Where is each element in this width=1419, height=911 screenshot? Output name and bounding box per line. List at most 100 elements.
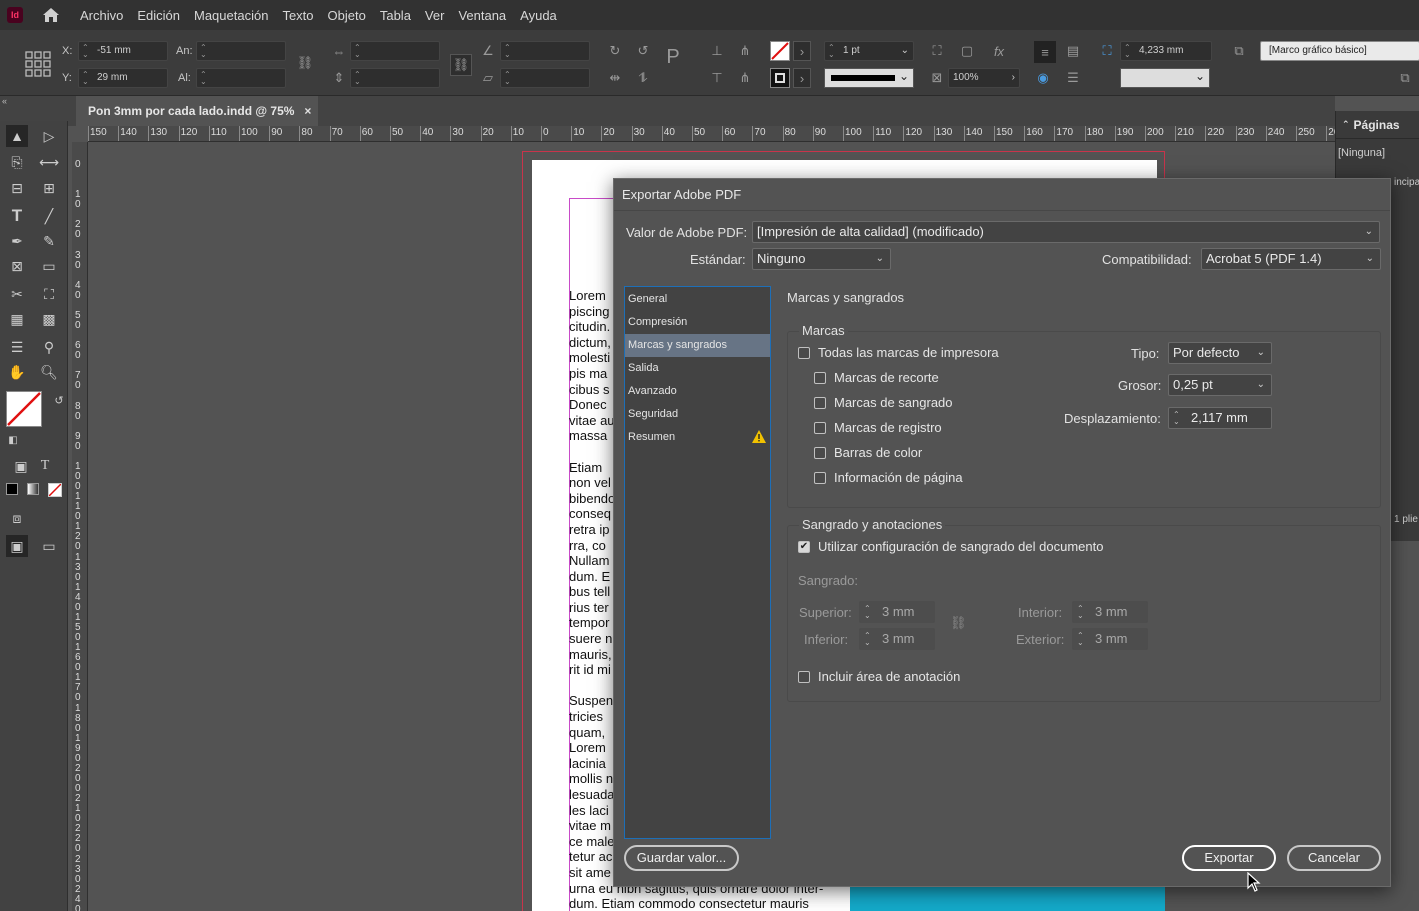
weight-select[interactable]: 0,25 pt ⌄ [1168, 374, 1272, 396]
top-field[interactable]: ⌃ ⌄ 3 mm [859, 601, 935, 623]
apply-color-icon[interactable] [6, 483, 18, 495]
section-item[interactable]: Avanzado [625, 380, 770, 403]
note-tool-icon[interactable]: ☰ [6, 336, 28, 358]
rotation-field[interactable]: ⌃ ⌄ [500, 41, 590, 61]
type-select[interactable]: Por defecto ⌄ [1168, 342, 1272, 364]
constrain-proportions-icon[interactable]: ⛓ [296, 54, 314, 72]
inside-field[interactable]: ⌃ ⌄ 3 mm [1072, 601, 1148, 623]
pencil-tool-icon[interactable]: ✎ [38, 230, 60, 252]
cyan-image-frame[interactable] [850, 884, 1165, 911]
content-collector-icon[interactable]: ⊟ [6, 177, 28, 199]
bottom-field[interactable]: ⌃ ⌄ 3 mm [859, 628, 935, 650]
rectangle-frame-tool-icon[interactable]: ⊠ [6, 255, 28, 277]
link-scale-icon[interactable]: ⛓ [450, 54, 472, 76]
wrap-none-icon[interactable]: ≡ [1034, 41, 1056, 63]
use-document-bleed-checkbox[interactable]: ✔ Utilizar configuración de sangrado del … [798, 539, 1103, 554]
apply-none-icon[interactable] [48, 483, 62, 497]
object-style-icon[interactable]: ⧉ [1230, 42, 1248, 60]
wrap-bounding-icon[interactable]: ▤ [1064, 42, 1082, 60]
type-tool-icon[interactable]: T [6, 205, 28, 227]
flip-horizontal-icon[interactable]: ⇹ [606, 69, 624, 87]
document-tab[interactable]: Pon 3mm por cada lado.indd @ 75% × [76, 96, 318, 126]
preset-select[interactable]: [Impresión de alta calidad] (modificado)… [752, 221, 1380, 243]
reference-point-icon[interactable] [24, 50, 52, 78]
registration-marks-checkbox[interactable]: Marcas de registro [814, 420, 942, 435]
panel-collapse-icon[interactable]: ⌃ [1342, 119, 1350, 130]
stroke-type-select[interactable]: ⌄ [824, 68, 914, 88]
scale-y-field[interactable]: ⌃ ⌄ [350, 68, 440, 88]
link-bleed-icon[interactable]: ⛓ [950, 615, 967, 635]
menu-ver[interactable]: Ver [418, 8, 452, 23]
scale-x-icon[interactable]: ⇔ [330, 42, 348, 60]
hand-tool-icon[interactable]: ✋ [6, 361, 28, 383]
opacity-field[interactable]: 100% › [948, 68, 1020, 88]
rotate-cw-icon[interactable]: ↻ [606, 42, 624, 60]
section-item[interactable]: General [625, 288, 770, 311]
master-none[interactable]: [Ninguna] [1338, 147, 1385, 159]
rotate-ccw-icon[interactable]: ↺ [634, 42, 652, 60]
object-style-select[interactable]: [Marco gráfico básico] [1260, 41, 1419, 61]
section-item[interactable]: Salida [625, 357, 770, 380]
page-tool-icon[interactable]: ⎘ [6, 151, 28, 173]
stroke-menu-chevron-icon[interactable]: › [793, 68, 811, 88]
shear-field[interactable]: ⌃ ⌄ [500, 68, 590, 88]
menu-edicion[interactable]: Edición [130, 8, 187, 23]
free-transform-tool-icon[interactable]: ⛶ [38, 283, 60, 305]
auto-fit-icon[interactable]: ⛶ [1098, 42, 1116, 60]
flip-vertical-icon[interactable]: ⥮ [634, 69, 652, 87]
all-printer-marks-checkbox[interactable]: Todas las marcas de impresora [798, 345, 999, 360]
export-button[interactable]: Exportar [1182, 845, 1276, 871]
include-slug-checkbox[interactable]: Incluir área de anotación [798, 669, 960, 684]
swap-colors-icon[interactable]: ↺ [48, 389, 70, 411]
eyedropper-tool-icon[interactable]: ⚲ [38, 336, 60, 358]
pages-panel-header[interactable]: ⌃ Páginas [1336, 111, 1419, 139]
bleed-marks-checkbox[interactable]: Marcas de sangrado [814, 395, 953, 410]
section-item[interactable]: Seguridad [625, 403, 770, 426]
menu-texto[interactable]: Texto [275, 8, 320, 23]
width-field[interactable]: ⌃ ⌄ [196, 41, 286, 61]
rectangle-tool-icon[interactable]: ▭ [38, 255, 60, 277]
shear-icon[interactable]: ▱ [479, 69, 497, 87]
effects-icon[interactable]: fx [990, 42, 1008, 60]
menu-objeto[interactable]: Objeto [321, 8, 373, 23]
fill-menu-chevron-icon[interactable]: › [793, 41, 811, 61]
menu-ayuda[interactable]: Ayuda [513, 8, 564, 23]
fit-frame-icon[interactable]: ⛶ [928, 42, 946, 60]
direct-selection-tool-icon[interactable]: ▷ [38, 125, 60, 147]
zoom-tool-icon[interactable]: 🔍︎ [38, 361, 60, 383]
scale-x-field[interactable]: ⌃ ⌄ [350, 41, 440, 61]
y-field[interactable]: ⌃ ⌄ 29 mm [78, 68, 168, 88]
section-item[interactable]: Marcas y sangrados [625, 334, 770, 357]
selection-tool-icon[interactable]: ▲ [6, 125, 28, 147]
gradient-swatch-tool-icon[interactable]: ▦ [6, 308, 28, 330]
content-placer-icon[interactable]: ⊞ [38, 177, 60, 199]
apply-gradient-icon[interactable] [27, 483, 39, 495]
cancel-button[interactable]: Cancelar [1287, 845, 1381, 871]
menu-maquetacion[interactable]: Maquetación [187, 8, 275, 23]
save-preset-button[interactable]: Guardar valor... [624, 845, 739, 871]
offset-field[interactable]: ⌃ ⌄ 2,117 mm [1168, 407, 1272, 429]
drop-shadow-icon[interactable]: ▢ [958, 42, 976, 60]
menu-ventana[interactable]: Ventana [451, 8, 513, 23]
select-previous-icon[interactable]: ⋔ [736, 69, 754, 87]
x-field[interactable]: ⌃ ⌄ -51 mm [78, 41, 168, 61]
color-bars-checkbox[interactable]: Barras de color [814, 445, 922, 460]
fill-swatch-icon[interactable] [6, 391, 42, 427]
select-next-icon[interactable]: ⋔ [736, 42, 754, 60]
panel-options-icon[interactable]: ⧉ [1396, 69, 1414, 87]
menu-tabla[interactable]: Tabla [373, 8, 418, 23]
wrap-jump-icon[interactable]: ☰ [1064, 69, 1082, 87]
scissors-tool-icon[interactable]: ✂ [6, 283, 28, 305]
screen-mode-icon[interactable]: ⧈ [6, 507, 28, 529]
pen-tool-icon[interactable]: ✒ [6, 230, 28, 252]
select-container-icon[interactable]: ⊥ [708, 42, 726, 60]
height-field[interactable]: ⌃ ⌄ [196, 68, 286, 88]
crop-marks-checkbox[interactable]: Marcas de recorte [814, 370, 939, 385]
formatting-container-icon[interactable]: ▣ [10, 455, 32, 477]
collapse-panel-icon[interactable]: « [2, 96, 7, 106]
outside-field[interactable]: ⌃ ⌄ 3 mm [1072, 628, 1148, 650]
gradient-feather-tool-icon[interactable]: ▩ [38, 308, 60, 330]
section-item[interactable]: Compresión [625, 311, 770, 334]
close-icon[interactable]: × [304, 104, 311, 118]
section-item[interactable]: Resumen [625, 426, 770, 449]
